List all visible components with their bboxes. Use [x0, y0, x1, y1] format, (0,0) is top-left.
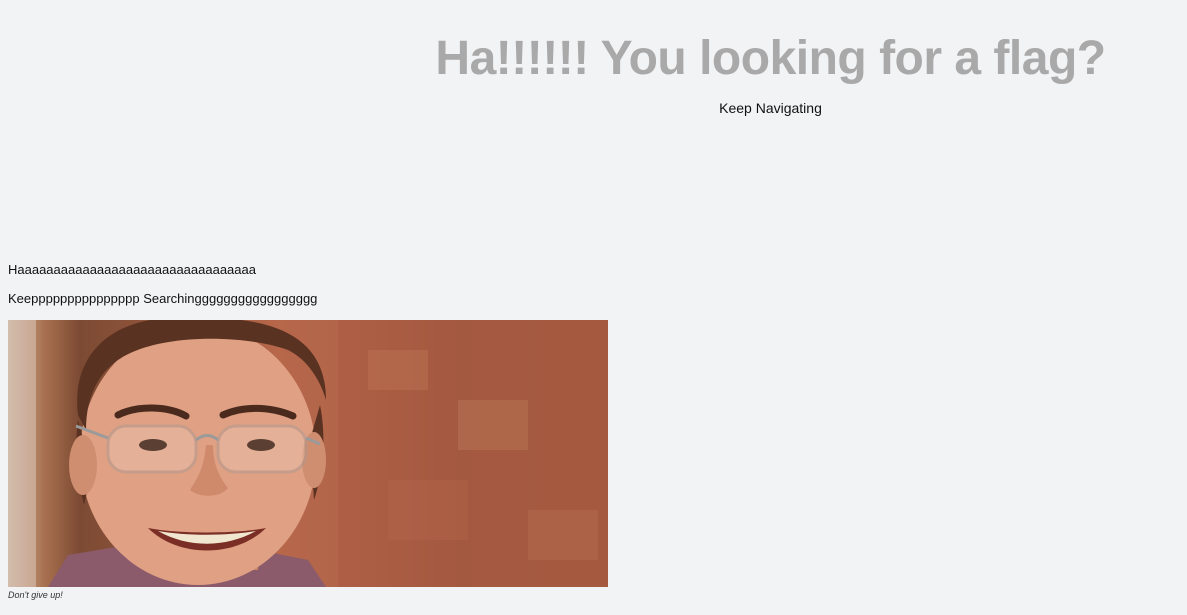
image-caption: Don't give up! [8, 590, 63, 600]
photo-illustration [8, 320, 608, 587]
body-line-2: Keeppppppppppppppp Searchinggggggggggggg… [8, 291, 318, 306]
body-text: Haaaaaaaaaaaaaaaaaaaaaaaaaaaaaaaaa Keepp… [8, 261, 317, 319]
page-subtitle: Keep Navigating [719, 100, 822, 116]
smiling-man-photo [8, 320, 608, 587]
hero-section: Ha!!!!!! You looking for a flag? Keep Na… [354, 28, 1187, 117]
page: Ha!!!!!! You looking for a flag? Keep Na… [0, 0, 1187, 615]
page-title: Ha!!!!!! You looking for a flag? [435, 32, 1106, 85]
body-line-1: Haaaaaaaaaaaaaaaaaaaaaaaaaaaaaaaaa [8, 262, 256, 277]
